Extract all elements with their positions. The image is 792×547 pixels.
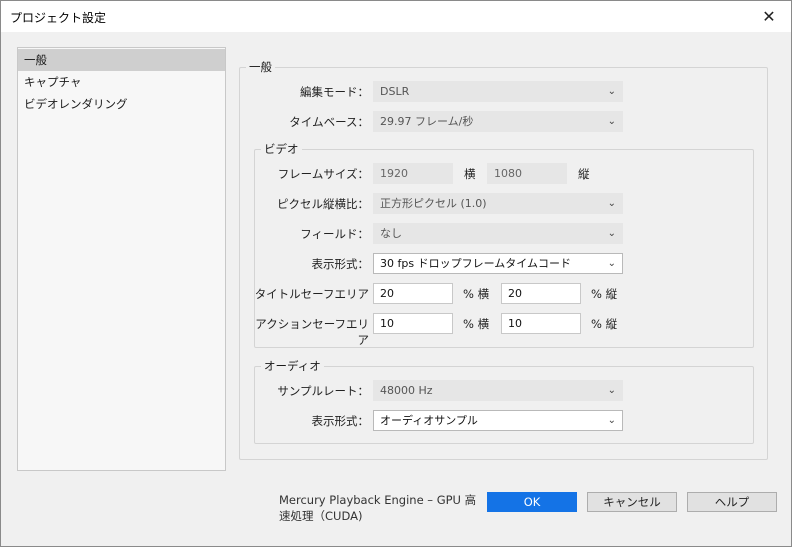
frame-height-field[interactable]: 1080: [487, 163, 567, 184]
title-safe-h-field[interactable]: 20: [373, 283, 453, 304]
chevron-down-icon: ⌄: [607, 228, 616, 239]
fields-value: なし: [380, 227, 402, 240]
sample-rate-select[interactable]: 48000 Hz ⌄: [373, 380, 623, 401]
timebase-select[interactable]: 29.97 フレーム/秒 ⌄: [373, 111, 623, 132]
video-display-format-value: 30 fps ドロップフレームタイムコード: [380, 257, 572, 270]
category-list: 一般 キャプチャ ビデオレンダリング: [17, 47, 226, 471]
title-safe-h-unit: % 横: [463, 287, 490, 301]
audio-legend: オーディオ: [261, 358, 324, 374]
frame-height-unit: 縦: [578, 167, 590, 181]
chevron-down-icon: ⌄: [607, 415, 616, 426]
sidebar-item-video-rendering[interactable]: ビデオレンダリング: [18, 93, 225, 115]
edit-mode-label: 編集モード：: [300, 85, 369, 99]
audio-display-format-select[interactable]: オーディオサンプル ⌄: [373, 410, 623, 431]
pixel-aspect-value: 正方形ピクセル (1.0): [380, 197, 487, 210]
frame-width-field[interactable]: 1920: [373, 163, 453, 184]
audio-display-format-label: 表示形式：: [311, 414, 370, 428]
chevron-down-icon: ⌄: [607, 385, 616, 396]
audio-display-format-value: オーディオサンプル: [380, 414, 478, 427]
frame-width-unit: 横: [464, 167, 476, 181]
pixel-aspect-label: ピクセル縦横比：: [277, 197, 369, 211]
action-safe-h-unit: % 横: [463, 317, 490, 331]
video-display-format-label: 表示形式：: [311, 257, 370, 271]
dialog-title: プロジェクト設定: [10, 11, 107, 25]
chevron-down-icon: ⌄: [607, 86, 616, 97]
pixel-aspect-select[interactable]: 正方形ピクセル (1.0) ⌄: [373, 193, 623, 214]
cancel-button[interactable]: キャンセル: [587, 492, 677, 512]
help-button[interactable]: ヘルプ: [687, 492, 777, 512]
fields-select[interactable]: なし ⌄: [373, 223, 623, 244]
sample-rate-value: 48000 Hz: [380, 384, 433, 397]
title-safe-label: タイトルセーフエリア: [254, 287, 369, 301]
chevron-down-icon: ⌄: [607, 258, 616, 269]
general-legend: 一般: [246, 59, 275, 75]
chevron-down-icon: ⌄: [607, 198, 616, 209]
title-safe-v-field[interactable]: 20: [501, 283, 581, 304]
project-settings-dialog: プロジェクト設定 ✕ 一般 キャプチャ ビデオレンダリング 一般 編集モード： …: [0, 0, 792, 547]
renderer-status: Mercury Playback Engine – GPU 高速処理（CUDA): [279, 493, 477, 523]
timebase-value: 29.97 フレーム/秒: [380, 115, 474, 128]
title-bar: プロジェクト設定 ✕: [1, 1, 791, 32]
sidebar-item-general[interactable]: 一般: [18, 49, 225, 71]
edit-mode-value: DSLR: [380, 85, 410, 98]
close-icon[interactable]: ✕: [747, 1, 791, 32]
title-safe-v-unit: % 縦: [591, 287, 618, 301]
edit-mode-select[interactable]: DSLR ⌄: [373, 81, 623, 102]
video-legend: ビデオ: [261, 141, 302, 157]
fields-label: フィールド：: [300, 227, 369, 241]
action-safe-v-unit: % 縦: [591, 317, 618, 331]
video-display-format-select[interactable]: 30 fps ドロップフレームタイムコード ⌄: [373, 253, 623, 274]
chevron-down-icon: ⌄: [607, 116, 616, 127]
ok-button[interactable]: OK: [487, 492, 577, 512]
sample-rate-label: サンプルレート：: [277, 384, 369, 398]
action-safe-h-field[interactable]: 10: [373, 313, 453, 334]
frame-size-label: フレームサイズ：: [277, 167, 369, 181]
action-safe-v-field[interactable]: 10: [501, 313, 581, 334]
audio-group: [254, 366, 754, 444]
timebase-label: タイムベース：: [289, 115, 369, 129]
action-safe-label: アクションセーフエリア: [255, 317, 369, 347]
sidebar-item-capture[interactable]: キャプチャ: [18, 71, 225, 93]
